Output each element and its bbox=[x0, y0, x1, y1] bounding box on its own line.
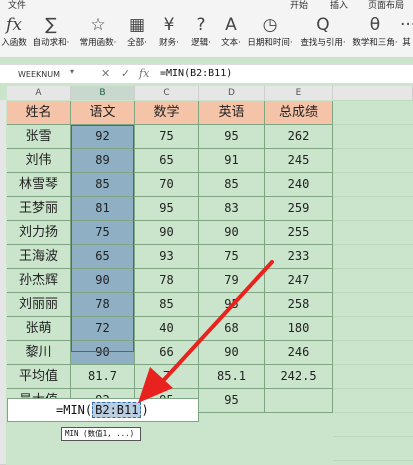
red-arrow-annotation bbox=[138, 260, 274, 403]
